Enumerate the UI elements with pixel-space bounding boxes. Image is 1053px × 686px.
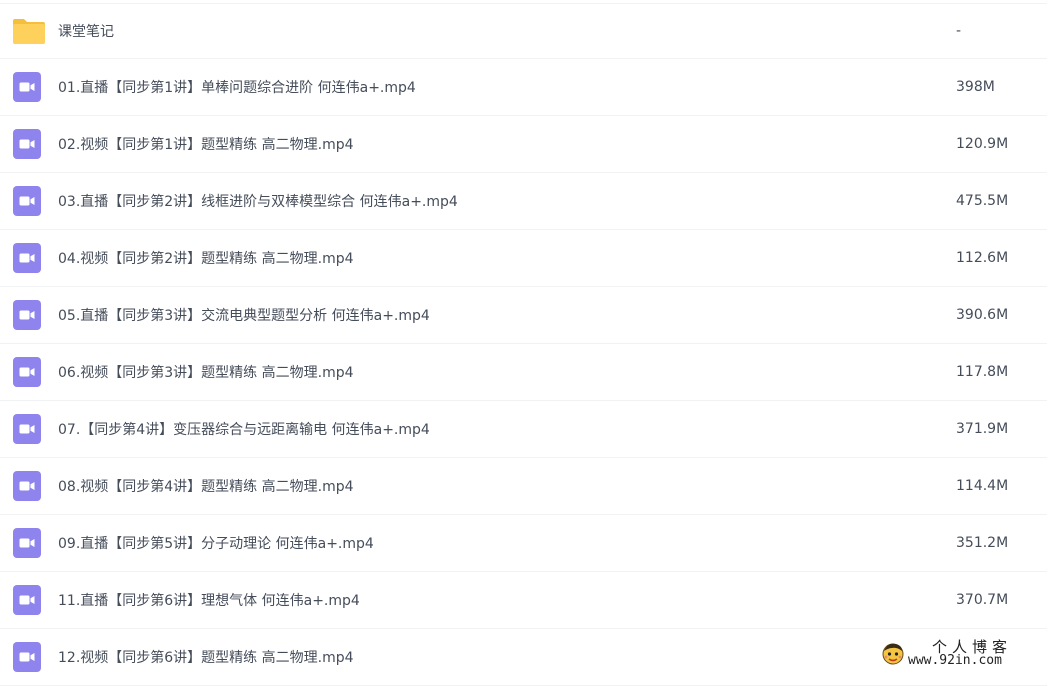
- file-size: 112.6M: [956, 250, 1009, 266]
- file-name: 05.直播【同步第3讲】交流电典型题型分析 何连伟a+.mp4: [58, 308, 430, 324]
- file-row-video[interactable]: 06.视频【同步第3讲】题型精练 高二物理.mp4 117.8M: [0, 344, 1047, 401]
- file-row-video[interactable]: 05.直播【同步第3讲】交流电典型题型分析 何连伟a+.mp4 390.6M: [0, 287, 1047, 344]
- video-file-icon: [12, 528, 42, 558]
- file-list: 课堂笔记 - 01.直播【同步第1讲】单棒问题综合进阶 何连伟a+.mp4 39…: [0, 3, 1047, 686]
- file-name: 08.视频【同步第4讲】题型精练 高二物理.mp4: [58, 479, 354, 495]
- file-name: 11.直播【同步第6讲】理想气体 何连伟a+.mp4: [58, 593, 360, 609]
- video-file-icon: [12, 72, 42, 102]
- video-file-icon: [12, 300, 42, 330]
- file-row-video[interactable]: 02.视频【同步第1讲】题型精练 高二物理.mp4 120.9M: [0, 116, 1047, 173]
- file-size: 351.2M: [956, 535, 1009, 551]
- file-name: 04.视频【同步第2讲】题型精练 高二物理.mp4: [58, 251, 354, 267]
- file-name: 12.视频【同步第6讲】题型精练 高二物理.mp4: [58, 650, 354, 666]
- file-size: 114.4M: [956, 478, 1009, 494]
- file-name: 09.直播【同步第5讲】分子动理论 何连伟a+.mp4: [58, 536, 374, 552]
- file-size: -: [956, 23, 962, 39]
- file-size: 475.5M: [956, 193, 1009, 209]
- file-size: 390.6M: [956, 307, 1009, 323]
- file-name: 02.视频【同步第1讲】题型精练 高二物理.mp4: [58, 137, 354, 153]
- file-row-video[interactable]: 11.直播【同步第6讲】理想气体 何连伟a+.mp4 370.7M: [0, 572, 1047, 629]
- file-name: 03.直播【同步第2讲】线框进阶与双棒模型综合 何连伟a+.mp4: [58, 194, 458, 210]
- file-size: 120.9M: [956, 136, 1009, 152]
- file-row-video[interactable]: 04.视频【同步第2讲】题型精练 高二物理.mp4 112.6M: [0, 230, 1047, 287]
- file-size: 117.8M: [956, 364, 1009, 380]
- file-size: 398M: [956, 79, 995, 95]
- video-file-icon: [12, 471, 42, 501]
- file-name: 07.【同步第4讲】变压器综合与远距离输电 何连伟a+.mp4: [58, 422, 430, 438]
- file-name: 06.视频【同步第3讲】题型精练 高二物理.mp4: [58, 365, 354, 381]
- video-file-icon: [12, 357, 42, 387]
- video-file-icon: [12, 585, 42, 615]
- watermark-url: www.92in.com: [908, 653, 1002, 668]
- file-row-video[interactable]: 07.【同步第4讲】变压器综合与远距离输电 何连伟a+.mp4 371.9M: [0, 401, 1047, 458]
- cartoon-face-logo-icon: [880, 640, 906, 670]
- watermark: 个人博客 www.92in.com: [878, 636, 1048, 670]
- file-name: 课堂笔记: [58, 24, 114, 40]
- video-file-icon: [12, 414, 42, 444]
- file-row-folder[interactable]: 课堂笔记 -: [0, 4, 1047, 59]
- folder-icon: [12, 16, 45, 46]
- video-file-icon: [12, 243, 42, 273]
- file-size: 370.7M: [956, 592, 1009, 608]
- file-row-video[interactable]: 08.视频【同步第4讲】题型精练 高二物理.mp4 114.4M: [0, 458, 1047, 515]
- file-size: 371.9M: [956, 421, 1009, 437]
- video-file-icon: [12, 642, 42, 672]
- file-row-video[interactable]: 01.直播【同步第1讲】单棒问题综合进阶 何连伟a+.mp4 398M: [0, 59, 1047, 116]
- file-name: 01.直播【同步第1讲】单棒问题综合进阶 何连伟a+.mp4: [58, 80, 416, 96]
- file-row-video[interactable]: 09.直播【同步第5讲】分子动理论 何连伟a+.mp4 351.2M: [0, 515, 1047, 572]
- file-row-video[interactable]: 03.直播【同步第2讲】线框进阶与双棒模型综合 何连伟a+.mp4 475.5M: [0, 173, 1047, 230]
- video-file-icon: [12, 129, 42, 159]
- video-file-icon: [12, 186, 42, 216]
